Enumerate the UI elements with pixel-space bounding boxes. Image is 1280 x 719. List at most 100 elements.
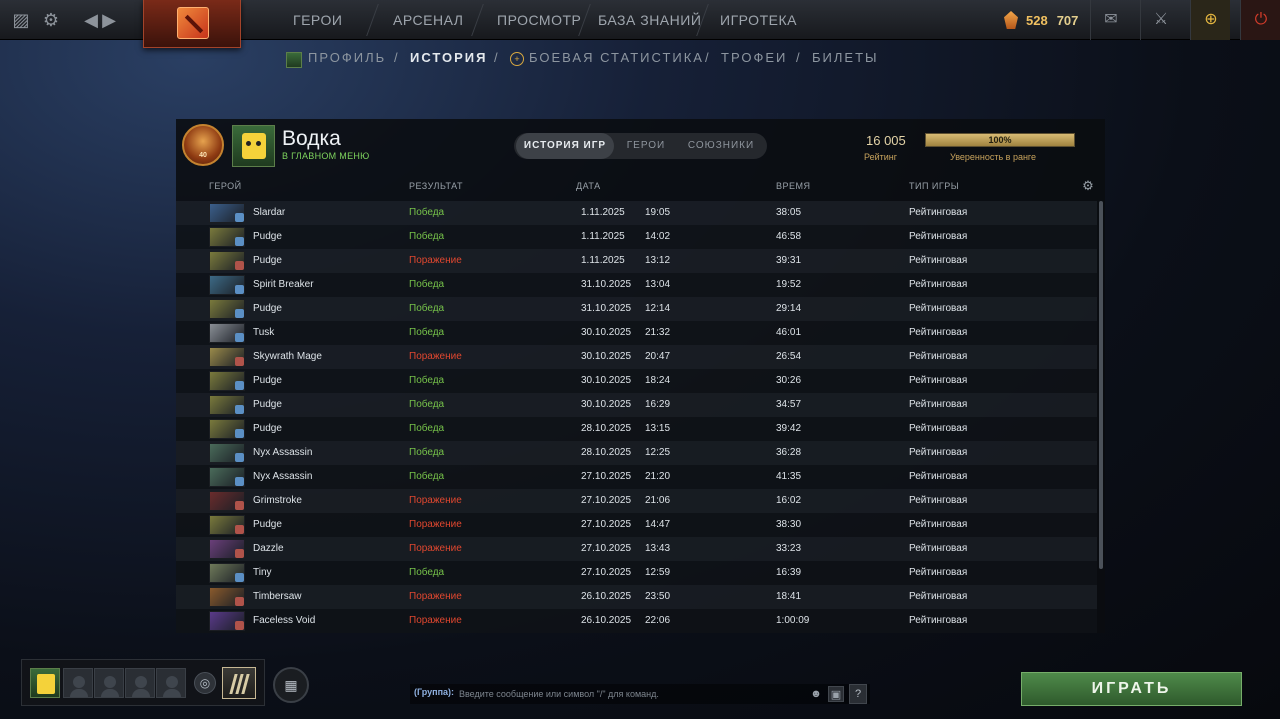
history-tabs: ИСТОРИЯ ИГР ГЕРОИ СОЮЗНИКИ bbox=[514, 133, 767, 159]
hero-facet-badge-icon bbox=[235, 429, 244, 438]
match-duration: 26:54 bbox=[776, 351, 802, 362]
hero-portrait-icon bbox=[209, 419, 245, 439]
table-row[interactable]: Nyx Assassin Победа 27.10.2025 21:20 41:35 Ре… bbox=[176, 465, 1097, 489]
hero-portrait-icon bbox=[209, 371, 245, 391]
party-slot-self[interactable] bbox=[30, 668, 60, 698]
table-row[interactable]: Pudge Победа 30.10.2025 18:24 30:26 Рейтингов… bbox=[176, 369, 1097, 393]
column-header-result[interactable]: РЕЗУЛЬТАТ bbox=[409, 181, 463, 191]
hero-portrait-icon bbox=[209, 299, 245, 319]
table-row[interactable]: Pudge Победа 1.11.2025 14:02 46:58 Рейтингова… bbox=[176, 225, 1097, 249]
match-game-type: Рейтинговая bbox=[909, 447, 968, 458]
table-row[interactable]: Pudge Победа 31.10.2025 12:14 29:14 Рейтингов… bbox=[176, 297, 1097, 321]
group-icon[interactable]: ▦ bbox=[273, 667, 309, 703]
nav-watch[interactable]: ПРОСМОТР bbox=[497, 0, 581, 40]
table-row[interactable]: Pudge Поражение 1.11.2025 13:12 39:31 Рейтинг… bbox=[176, 249, 1097, 273]
hero-facet-badge-icon bbox=[235, 621, 244, 630]
hero-facet-badge-icon bbox=[235, 549, 244, 558]
table-row[interactable]: Timbersaw Поражение 26.10.2025 23:50 18:41 Ре… bbox=[176, 585, 1097, 609]
subnav-trophies[interactable]: ТРОФЕИ bbox=[721, 50, 787, 65]
chat-input[interactable] bbox=[459, 684, 799, 704]
tab-allies[interactable]: СОЮЗНИКИ bbox=[678, 133, 764, 159]
match-duration: 39:31 bbox=[776, 255, 802, 266]
rank-medal-icon[interactable]: 40 bbox=[182, 124, 224, 166]
tab-match-history[interactable]: ИСТОРИЯ ИГР bbox=[516, 133, 614, 159]
table-row[interactable]: Tusk Победа 30.10.2025 21:32 46:01 Рейтингова… bbox=[176, 321, 1097, 345]
table-row[interactable]: Grimstroke Поражение 27.10.2025 21:06 16:02 Р… bbox=[176, 489, 1097, 513]
match-game-type: Рейтинговая bbox=[909, 351, 968, 362]
party-slot-empty[interactable] bbox=[94, 668, 124, 698]
play-button[interactable]: ИГРАТЬ bbox=[1021, 672, 1242, 706]
mail-button[interactable]: ✉ bbox=[1090, 0, 1130, 40]
chat-channel-label[interactable]: (Группа): bbox=[414, 687, 454, 697]
match-duration: 29:14 bbox=[776, 303, 802, 314]
match-game-type: Рейтинговая bbox=[909, 519, 968, 530]
match-date: 1.11.2025 bbox=[581, 255, 625, 266]
match-date: 30.10.2025 bbox=[581, 399, 632, 410]
match-time: 13:04 bbox=[645, 279, 671, 290]
nav-knowledge-base[interactable]: БАЗА ЗНАНИЙ bbox=[598, 0, 701, 40]
tab-heroes[interactable]: ГЕРОИ bbox=[618, 133, 674, 159]
table-row[interactable]: Slardar Победа 1.11.2025 19:05 38:05 Рейтинго… bbox=[176, 201, 1097, 225]
hero-facet-badge-icon bbox=[235, 477, 244, 486]
column-header-game-type[interactable]: ТИП ИГРЫ bbox=[909, 181, 959, 191]
match-game-type: Рейтинговая bbox=[909, 207, 968, 218]
table-row[interactable]: Pudge Поражение 27.10.2025 14:47 38:30 Рейтин… bbox=[176, 513, 1097, 537]
column-header-hero[interactable]: ГЕРОЙ bbox=[209, 181, 242, 191]
exit-button[interactable]: ⏻ bbox=[1240, 0, 1280, 40]
avatar[interactable] bbox=[232, 125, 275, 167]
hero-facet-badge-icon bbox=[235, 333, 244, 342]
party-slot-empty[interactable] bbox=[63, 668, 93, 698]
match-list-scrollbar[interactable] bbox=[1099, 201, 1103, 569]
hero-facet-badge-icon bbox=[235, 573, 244, 582]
match-game-type: Рейтинговая bbox=[909, 471, 968, 482]
nav-heroes[interactable]: ГЕРОИ bbox=[293, 0, 342, 40]
dota-logo-button[interactable] bbox=[143, 0, 241, 48]
emoji-icon[interactable]: ☻ bbox=[808, 686, 824, 702]
help-icon[interactable]: ? bbox=[849, 684, 867, 704]
match-date: 26.10.2025 bbox=[581, 591, 632, 602]
table-row[interactable]: Tiny Победа 27.10.2025 12:59 16:39 Рейтингова… bbox=[176, 561, 1097, 585]
table-row[interactable]: Pudge Победа 30.10.2025 16:29 34:57 Рейтингов… bbox=[176, 393, 1097, 417]
table-row[interactable]: Faceless Void Поражение 26.10.2025 22:06 1:0… bbox=[176, 609, 1097, 633]
armory-button[interactable]: ⚔ bbox=[1140, 0, 1180, 40]
dashboard-icon[interactable]: ▨ bbox=[10, 9, 32, 31]
hero-facet-badge-icon bbox=[235, 309, 244, 318]
table-row[interactable]: Dazzle Поражение 27.10.2025 13:43 33:23 Рейти… bbox=[176, 537, 1097, 561]
table-row[interactable]: Pudge Победа 28.10.2025 13:15 39:42 Рейтингов… bbox=[176, 417, 1097, 441]
currency-display[interactable]: 528 707 bbox=[1004, 8, 1078, 32]
match-result: Победа bbox=[409, 375, 445, 386]
hero-name: Pudge bbox=[253, 519, 282, 530]
voice-icon[interactable]: ◎ bbox=[194, 672, 216, 694]
battle-pass-icon[interactable] bbox=[222, 667, 256, 699]
chat-bar: (Группа): ☻ ▣ bbox=[410, 684, 870, 704]
forward-arrow-icon[interactable]: ▶ bbox=[98, 9, 120, 31]
hero-facet-badge-icon bbox=[235, 525, 244, 534]
gear-icon[interactable]: ⚙ bbox=[40, 9, 62, 31]
party-slot-empty[interactable] bbox=[125, 668, 155, 698]
table-row[interactable]: Spirit Breaker Победа 31.10.2025 13:04 19:52… bbox=[176, 273, 1097, 297]
nav-armory[interactable]: АРСЕНАЛ bbox=[393, 0, 463, 40]
match-date: 27.10.2025 bbox=[581, 567, 632, 578]
nav-arcade[interactable]: ИГРОТЕКА bbox=[720, 0, 797, 40]
match-result: Поражение bbox=[409, 615, 462, 626]
subnav-profile[interactable]: ПРОФИЛЬ bbox=[308, 50, 386, 65]
match-date: 30.10.2025 bbox=[581, 327, 632, 338]
subnav-battle-stats[interactable]: БОЕВАЯ СТАТИСТИКА bbox=[529, 50, 704, 65]
match-time: 21:06 bbox=[645, 495, 671, 506]
column-header-date[interactable]: ДАТА bbox=[576, 181, 601, 191]
table-row[interactable]: Skywrath Mage Поражение 30.10.2025 20:47 26:… bbox=[176, 345, 1097, 369]
match-time: 14:02 bbox=[645, 231, 671, 242]
column-header-duration[interactable]: ВРЕМЯ bbox=[776, 181, 811, 191]
hero-portrait-icon bbox=[209, 467, 245, 487]
subnav-tickets[interactable]: БИЛЕТЫ bbox=[812, 50, 879, 65]
table-row[interactable]: Nyx Assassin Победа 28.10.2025 12:25 36:28 Ре… bbox=[176, 441, 1097, 465]
table-settings-gear-icon[interactable]: ⚙ bbox=[1081, 179, 1095, 193]
hero-facet-badge-icon bbox=[235, 381, 244, 390]
plus-button[interactable]: ⊕ bbox=[1190, 0, 1230, 40]
chat-wheel-icon[interactable]: ▣ bbox=[828, 686, 844, 702]
power-icon: ⏻ bbox=[1254, 11, 1268, 28]
match-date: 30.10.2025 bbox=[581, 375, 632, 386]
subnav-history[interactable]: ИСТОРИЯ bbox=[410, 50, 488, 65]
party-slot-empty[interactable] bbox=[156, 668, 186, 698]
match-time: 16:29 bbox=[645, 399, 671, 410]
